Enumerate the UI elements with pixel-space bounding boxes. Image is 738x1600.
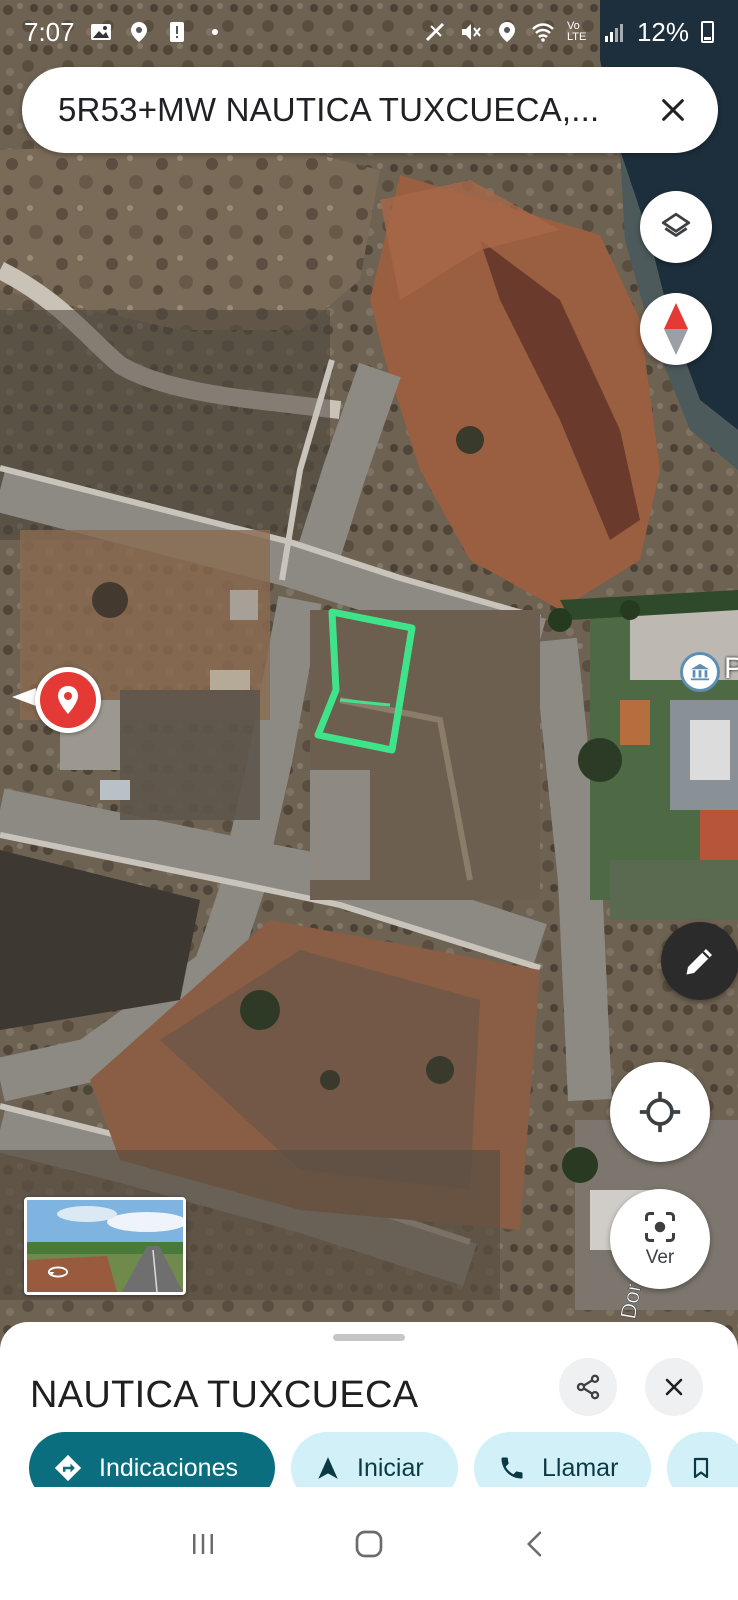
alert-icon: [169, 22, 184, 42]
sheet-close-button[interactable]: [645, 1358, 703, 1416]
poi-label: P: [724, 652, 738, 685]
nfc-icon: [425, 22, 445, 42]
lens-label: Ver: [645, 1247, 675, 1268]
share-button[interactable]: [559, 1358, 617, 1416]
location-status-icon-2: [498, 22, 515, 42]
recent-apps-button[interactable]: [173, 1514, 233, 1574]
gallery-icon: [90, 24, 111, 40]
edit-button[interactable]: [661, 922, 738, 1000]
compass-icon: [664, 303, 688, 355]
bookmark-icon: [693, 1457, 709, 1479]
battery-icon: [701, 21, 714, 43]
place-title: NAUTICA TUXCUECA: [30, 1374, 419, 1416]
lens-icon: [645, 1212, 675, 1242]
home-button[interactable]: [339, 1514, 399, 1574]
status-bar: 7:07 Vo LTE 12%: [0, 0, 738, 64]
navigation-arrow-icon: [318, 1457, 338, 1479]
close-icon-sheet: [665, 1378, 683, 1396]
status-time: 7:07: [24, 16, 75, 47]
share-icon: [576, 1374, 600, 1400]
directions-label: Indicaciones: [99, 1453, 238, 1482]
street-view-thumbnail[interactable]: [24, 1197, 186, 1295]
location-pin-marker[interactable]: [35, 667, 101, 733]
museum-icon: [690, 663, 710, 681]
signal-icon: [604, 24, 623, 42]
search-bar[interactable]: 5R53+MW NAUTICA TUXCUECA,...: [22, 67, 718, 153]
pencil-icon: [686, 949, 712, 975]
phone-icon: [501, 1457, 523, 1479]
compass-button[interactable]: [640, 293, 712, 365]
battery-percent: 12%: [636, 16, 689, 47]
layers-icon: [661, 212, 691, 237]
dot-icon: [211, 29, 218, 35]
volte-label: Vo LTE: [566, 20, 587, 43]
lens-button[interactable]: Ver: [610, 1189, 710, 1289]
close-icon[interactable]: [648, 85, 698, 135]
drag-handle[interactable]: [333, 1334, 405, 1341]
start-label: Iniciar: [357, 1453, 424, 1482]
call-label: Llamar: [542, 1453, 619, 1482]
mute-icon: [461, 24, 481, 40]
poi-marker[interactable]: [680, 652, 720, 692]
back-icon: [526, 1531, 542, 1556]
location-status-icon: [130, 22, 147, 42]
search-query[interactable]: 5R53+MW NAUTICA TUXCUECA,...: [58, 91, 636, 129]
my-location-icon: [639, 1091, 681, 1133]
layers-button[interactable]: [640, 191, 712, 263]
my-location-button[interactable]: [610, 1062, 710, 1162]
rotate-360-icon: [47, 1266, 69, 1278]
directions-icon: [54, 1454, 82, 1482]
wifi-icon: [532, 23, 554, 42]
back-button[interactable]: [505, 1514, 565, 1574]
home-icon: [355, 1530, 383, 1557]
system-nav-bar: [0, 1487, 738, 1600]
marker-pointer: [12, 688, 36, 706]
location-pin-icon: [58, 686, 78, 714]
recent-apps-icon: [193, 1533, 213, 1554]
